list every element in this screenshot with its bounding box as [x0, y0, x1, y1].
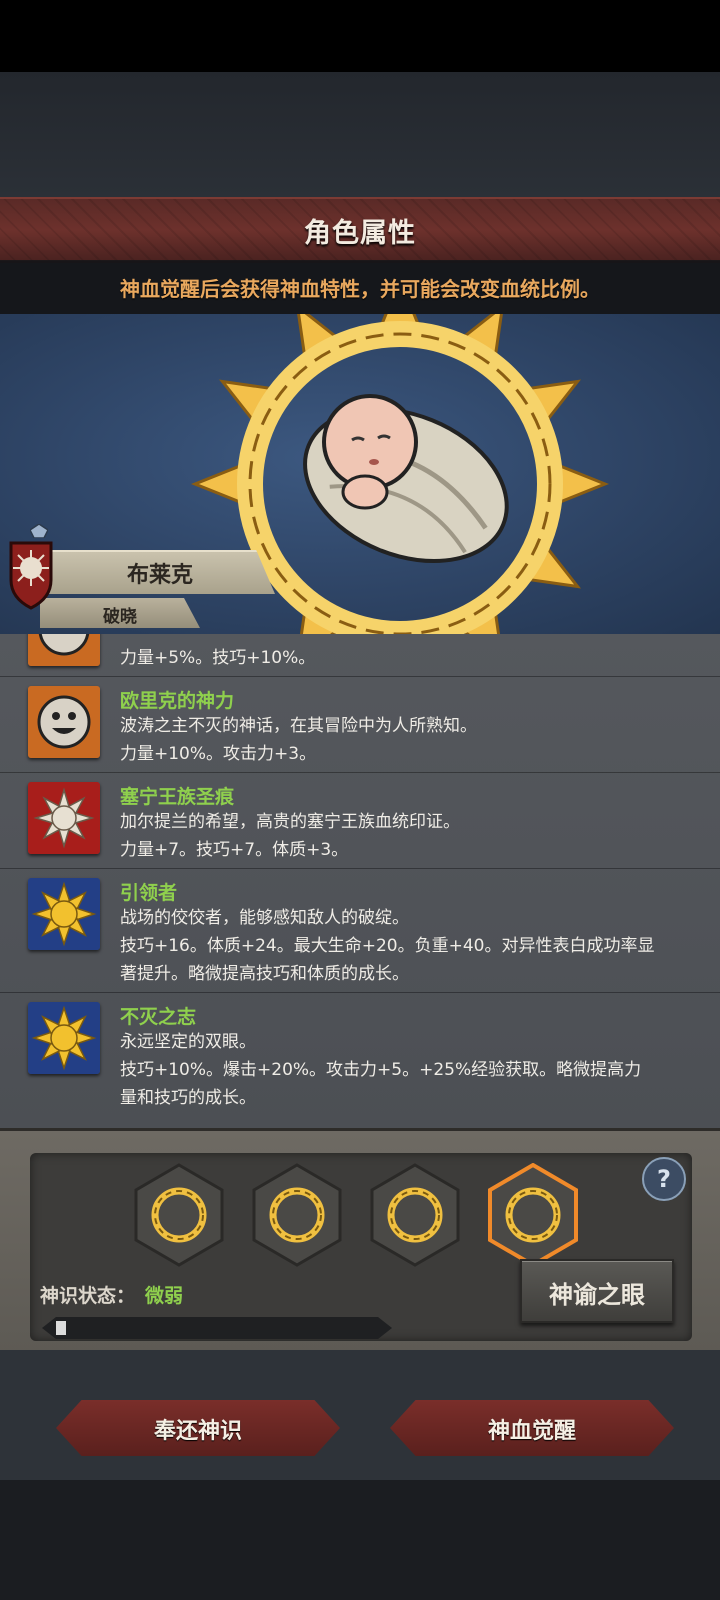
header-background	[0, 72, 720, 197]
trait-effect: 著提升。略微提高技巧和体质的成长。	[120, 964, 409, 984]
notice-text: 神血觉醒后会获得神血特性，并可能会改变血统比例。	[120, 277, 600, 301]
trait-name: 引领者	[120, 882, 178, 904]
smile-face-icon	[28, 686, 100, 758]
trait-effect: 技巧+16。体质+24。最大生命+20。负重+40。对异性表白成功率显	[120, 936, 655, 956]
return-divinity-label: 奉还神识	[153, 1419, 242, 1444]
trait-effect: 量和技巧的成长。	[120, 1088, 256, 1108]
divider	[0, 992, 720, 993]
face-icon	[28, 634, 100, 666]
divider	[0, 676, 720, 677]
trait-description: 波涛之主不灭的神话，在其冒险中为人所熟知。	[120, 716, 477, 736]
shield-icon	[9, 541, 53, 610]
divider	[0, 868, 720, 869]
trait-effect: 力量+7。技巧+7。体质+3。	[120, 840, 349, 860]
oracle-eye-label: 神谕之眼	[549, 1281, 645, 1309]
sun-emblem-icon-selected[interactable]	[486, 1163, 580, 1267]
golden-sun-icon	[28, 1002, 100, 1074]
sun-emblem-icon[interactable]	[132, 1163, 226, 1267]
awaken-bloodline-button[interactable]: 神血觉醒	[390, 1400, 674, 1456]
notice-bar: 神血觉醒后会获得神血特性，并可能会改变血统比例。	[0, 260, 720, 314]
character-nameplate: 布莱克 破晓	[0, 540, 285, 636]
rank-icon	[30, 524, 48, 538]
trait-description: 战场的佼佼者，能够感知敌人的破绽。	[120, 908, 409, 928]
awaken-bloodline-label: 神血觉醒	[487, 1419, 576, 1444]
character-subtitle: 破晓	[103, 607, 137, 627]
bottom-background	[0, 1480, 720, 1600]
sun-emblem-icon[interactable]	[368, 1163, 462, 1267]
baby-icon	[303, 394, 509, 564]
character-name: 布莱克	[126, 563, 193, 588]
oracle-eye-button[interactable]: 神谕之眼	[520, 1259, 674, 1323]
trait-effect: 力量+10%。攻击力+3。	[120, 744, 317, 764]
trait-name: 塞宁王族圣痕	[120, 786, 235, 808]
trait-description: 加尔提兰的希望，高贵的塞宁王族血统印证。	[120, 812, 460, 832]
royal-sigil-icon	[28, 782, 100, 854]
progress-fill	[56, 1321, 66, 1335]
trait-description: 永远坚定的双眼。	[120, 1032, 256, 1052]
title-banner: 角色属性	[0, 197, 720, 263]
progress-bar	[42, 1317, 392, 1339]
page-title: 角色属性	[304, 218, 416, 249]
help-button[interactable]: ?	[642, 1157, 686, 1201]
trait-effect: 力量+5%。技巧+10%。	[120, 648, 316, 668]
golden-sun-icon	[28, 878, 100, 950]
trait-name: 不灭之志	[120, 1006, 197, 1028]
status-label: 神识状态：	[40, 1285, 136, 1307]
return-divinity-button[interactable]: 奉还神识	[56, 1400, 340, 1456]
trait-effect: 技巧+10%。爆击+20%。攻击力+5。+25%经验获取。略微提高力	[120, 1060, 642, 1080]
status-value: 微弱	[145, 1285, 184, 1307]
sun-emblem-icon[interactable]	[250, 1163, 344, 1267]
trait-name: 欧里克的神力	[120, 690, 235, 712]
awakening-panel: ? 神识状态： 微弱 神谕之眼	[0, 1128, 720, 1353]
trait-list[interactable]: 力量+5%。技巧+10%。 欧里克的神力 波涛之主不灭的神话，在其冒险中为人所熟…	[0, 634, 720, 1128]
divider	[0, 772, 720, 773]
status-bar	[0, 0, 720, 72]
